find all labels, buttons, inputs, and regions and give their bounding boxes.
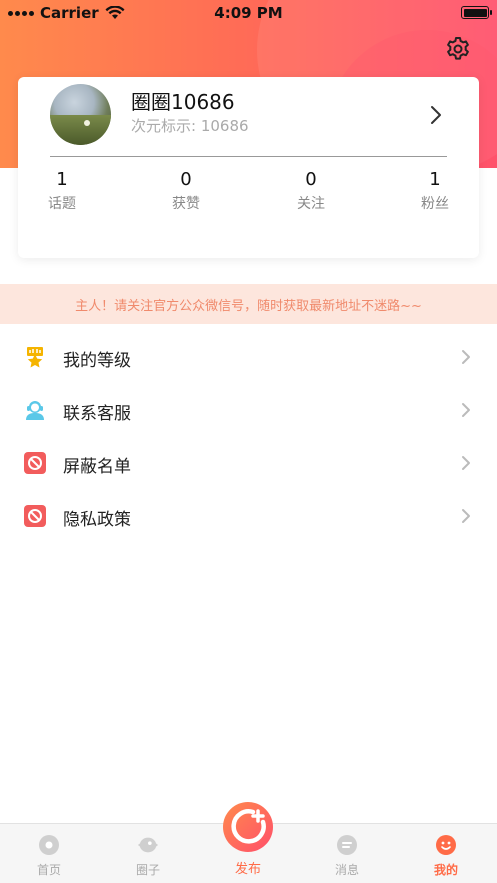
chevron-right-icon (461, 402, 471, 418)
tab-messages[interactable]: 消息 (317, 834, 377, 878)
tab-circle[interactable]: 圈子 (118, 834, 178, 878)
stat-followers-value: 1 (429, 169, 441, 190)
menu-item-privacy-policy[interactable]: 隐私政策 (0, 490, 497, 543)
menu-item-block-list[interactable]: 屏蔽名单 (0, 437, 497, 490)
menu-label-block-list: 屏蔽名单 (63, 457, 131, 477)
card-divider (50, 156, 447, 157)
tab-messages-label: 消息 (334, 863, 359, 877)
tab-mine[interactable]: 我的 (416, 834, 476, 878)
settings-button[interactable] (445, 36, 471, 62)
gear-icon (447, 37, 469, 60)
stat-likes-value: 0 (180, 169, 192, 190)
stat-topics-label: 话题 (48, 196, 76, 212)
status-bar: Carrier 4:09 PM (0, 0, 497, 26)
status-time: 4:09 PM (214, 4, 283, 22)
level-crown-icon (24, 346, 46, 368)
customer-service-icon (24, 399, 46, 421)
chevron-right-icon (461, 455, 471, 471)
stat-following-value: 0 (305, 169, 317, 190)
menu-item-level[interactable]: 我的等级 (0, 331, 497, 384)
publish-plus-icon (223, 802, 273, 852)
tab-home[interactable]: 首页 (19, 834, 79, 878)
username[interactable]: 圈圈10686 (131, 86, 235, 115)
menu-label-customer-service: 联系客服 (63, 404, 131, 424)
stat-topics[interactable]: 1 话题 (22, 169, 102, 213)
user-id: 次元标示: 10686 (131, 117, 249, 135)
stat-followers-label: 粉丝 (421, 196, 449, 212)
smile-face-icon (436, 835, 456, 855)
profile-detail-arrow[interactable] (429, 105, 443, 125)
stat-likes[interactable]: 0 获赞 (146, 169, 226, 213)
publish-button[interactable] (222, 801, 274, 853)
stats-row: 1 话题 0 获赞 0 关注 1 粉丝 (18, 169, 479, 219)
tab-mine-label: 我的 (433, 863, 458, 877)
battery-icon (461, 6, 492, 19)
chevron-right-icon (461, 349, 471, 365)
block-list-icon (24, 452, 46, 474)
privacy-policy-icon (24, 505, 46, 527)
home-icon (39, 835, 59, 855)
profile-card: 圈圈10686 次元标示: 10686 1 话题 0 获赞 0 关注 1 粉丝 (18, 77, 479, 258)
stat-topics-value: 1 (56, 169, 68, 190)
tab-circle-label: 圈子 (135, 863, 160, 877)
menu-label-level: 我的等级 (63, 351, 131, 371)
tab-home-label: 首页 (36, 863, 61, 877)
stat-following[interactable]: 0 关注 (271, 169, 351, 213)
menu-list: 我的等级 联系客服 屏蔽名单 隐私政策 (0, 331, 497, 543)
menu-item-customer-service[interactable]: 联系客服 (0, 384, 497, 437)
stat-following-label: 关注 (297, 196, 325, 212)
chevron-right-icon (431, 106, 441, 124)
stat-followers[interactable]: 1 粉丝 (395, 169, 475, 213)
stat-likes-label: 获赞 (172, 196, 200, 212)
chevron-right-icon (461, 508, 471, 524)
menu-label-privacy-policy: 隐私政策 (63, 510, 131, 530)
notice-banner: 主人！请关注官方公众微信号，随时获取最新地址不迷路~~ (0, 284, 497, 324)
message-icon (337, 835, 357, 855)
avatar[interactable] (50, 84, 111, 145)
circle-icon (137, 837, 159, 853)
publish-label: 发布 (234, 862, 261, 877)
